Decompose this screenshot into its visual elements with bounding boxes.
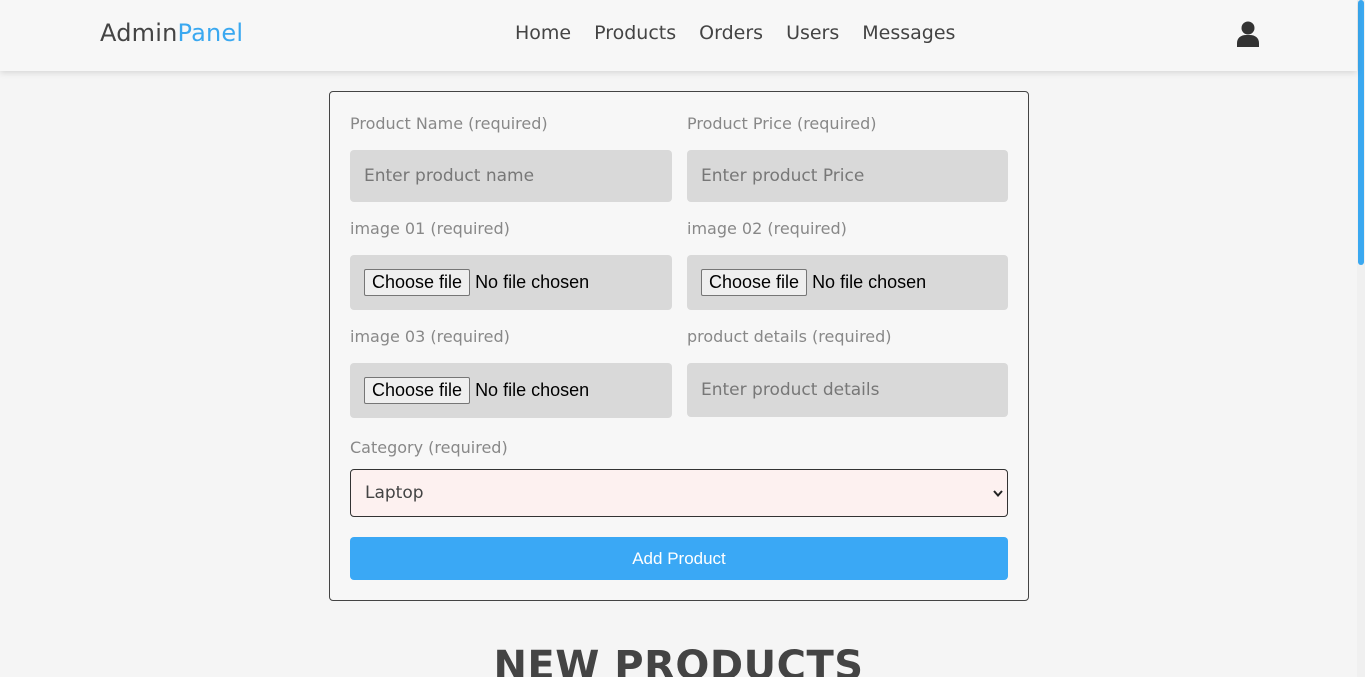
image01-choose-file-button[interactable]: Choose file [364, 269, 471, 296]
image01-label: image 01 (required) [350, 219, 510, 238]
image03-file-input: Choose file No file chosen [350, 363, 672, 418]
category-label: Category (required) [350, 438, 508, 457]
image02-file-status: No file chosen [812, 272, 927, 292]
nav-home[interactable]: Home [515, 22, 571, 44]
chevron-down-icon [993, 486, 1003, 506]
category-select[interactable]: Laptop [350, 469, 1008, 517]
main-nav: Home Products Orders Users Messages [515, 22, 955, 44]
image01-file-input: Choose file No file chosen [350, 255, 672, 310]
nav-products[interactable]: Products [594, 22, 676, 44]
product-details-label: product details (required) [687, 327, 892, 346]
nav-users[interactable]: Users [786, 22, 839, 44]
scrollbar-thumb[interactable] [1358, 0, 1364, 265]
product-details-input[interactable] [687, 363, 1008, 417]
image03-choose-file-button[interactable]: Choose file [364, 377, 471, 404]
page-scrollbar[interactable] [1357, 0, 1365, 677]
product-price-input[interactable] [687, 150, 1008, 202]
logo-text-panel: Panel [177, 19, 244, 47]
image03-file-status: No file chosen [475, 380, 590, 400]
top-header: AdminPanel Home Products Orders Users Me… [0, 0, 1357, 71]
nav-messages[interactable]: Messages [862, 22, 955, 44]
add-product-button[interactable]: Add Product [350, 537, 1008, 580]
product-name-input[interactable] [350, 150, 672, 202]
nav-orders[interactable]: Orders [699, 22, 763, 44]
image02-choose-file-button[interactable]: Choose file [701, 269, 808, 296]
category-selected-value: Laptop [365, 483, 424, 503]
logo-text-admin: Admin [100, 19, 178, 47]
product-price-label: Product Price (required) [687, 114, 877, 133]
logo[interactable]: AdminPanel [100, 19, 243, 47]
image02-file-input: Choose file No file chosen [687, 255, 1008, 310]
user-icon[interactable] [1236, 21, 1260, 47]
new-products-heading: NEW PRODUCTS [493, 643, 864, 677]
product-name-label: Product Name (required) [350, 114, 548, 133]
image03-label: image 03 (required) [350, 327, 510, 346]
image01-file-status: No file chosen [475, 272, 590, 292]
image02-label: image 02 (required) [687, 219, 847, 238]
add-product-form: Product Name (required) Product Price (r… [329, 91, 1029, 601]
